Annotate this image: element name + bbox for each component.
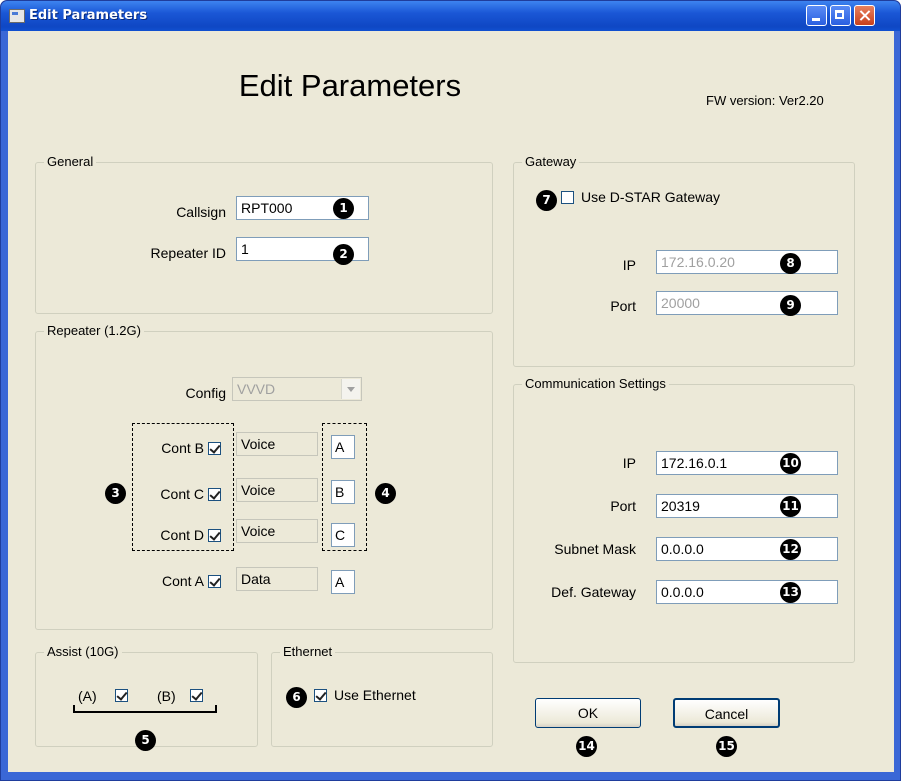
config-label: Config [185,385,226,401]
firmware-version: FW version: Ver2.20 [706,93,824,108]
communication-settings-group-label: Communication Settings [522,376,669,391]
gateway-ip-field[interactable]: 172.16.0.20 [656,250,838,274]
cont-b-checkbox[interactable] [208,442,221,455]
callout-13: 13 [780,582,801,603]
cont-a-mode-field: Data [236,567,318,591]
assist-b-label: (B) [157,688,176,704]
use-ethernet-checkbox[interactable] [314,689,327,702]
config-select-value: VVVD [237,381,276,397]
cont-c-letter-field[interactable]: B [331,480,355,504]
chevron-down-icon[interactable] [341,379,360,399]
callout-9: 9 [780,295,801,316]
gateway-ip-label: IP [622,257,636,273]
subnet-mask-label: Subnet Mask [554,541,636,557]
default-gateway-label: Def. Gateway [551,584,636,600]
use-dstar-gateway-checkbox[interactable] [561,191,574,204]
repeater-id-label: Repeater ID [150,245,226,261]
assist-a-label: (A) [78,688,97,704]
cont-d-letter-field[interactable]: C [331,523,355,547]
general-group-label: General [44,154,97,169]
callout-6: 6 [286,687,307,708]
ok-button[interactable]: OK [535,698,641,728]
page-title: Edit Parameters [238,68,462,103]
repeater-group-label: Repeater (1.2G) [44,323,144,338]
gateway-port-label: Port [610,298,636,314]
callout-4: 4 [375,483,396,504]
callout-8: 8 [780,253,801,274]
config-select[interactable]: VVVD [232,377,362,401]
cont-b-letter-field[interactable]: A [331,435,355,459]
cont-b-label: Cont B [161,440,204,456]
gateway-port-field[interactable]: 20000 [656,291,838,315]
cancel-button[interactable]: Cancel [673,698,780,728]
callout-14: 14 [576,736,597,757]
title-bar[interactable]: Edit Parameters [1,1,900,31]
assist-b-checkbox[interactable] [190,689,203,702]
callout-2: 2 [333,244,354,265]
cont-d-mode-field: Voice [236,519,318,543]
assist-group-label: Assist (10G) [44,644,122,659]
comm-port-field[interactable]: 20319 [656,494,838,518]
assist-a-checkbox[interactable] [115,689,128,702]
communication-settings-group: Communication Settings [513,376,855,663]
cont-b-mode-field: Voice [236,432,318,456]
callout-12: 12 [780,539,801,560]
callout-5: 5 [135,730,156,751]
cont-d-label: Cont D [160,527,204,543]
maximize-button[interactable] [830,5,851,26]
minimize-button[interactable] [806,5,827,26]
use-ethernet-label: Use Ethernet [334,687,416,703]
cont-a-checkbox[interactable] [208,575,221,588]
default-gateway-field[interactable]: 0.0.0.0 [656,580,838,604]
comm-port-label: Port [610,498,636,514]
callout-15: 15 [716,736,737,757]
cont-d-checkbox[interactable] [208,529,221,542]
cont-a-letter-field[interactable]: A [331,570,355,594]
callout-7: 7 [536,190,557,211]
window-icon [9,9,25,23]
comm-ip-field[interactable]: 172.16.0.1 [656,451,838,475]
callout-11: 11 [780,496,801,517]
window-title: Edit Parameters [29,8,148,23]
callout-3: 3 [105,483,126,504]
assist-bracket [73,705,217,713]
gateway-group-label: Gateway [522,154,580,169]
callsign-label: Callsign [176,204,226,220]
use-dstar-gateway-label: Use D-STAR Gateway [581,189,720,205]
cont-c-mode-field: Voice [236,478,318,502]
comm-ip-label: IP [622,455,636,471]
subnet-mask-field[interactable]: 0.0.0.0 [656,537,838,561]
cont-a-label: Cont A [161,573,204,589]
ethernet-group-label: Ethernet [280,644,336,659]
callout-1: 1 [333,198,354,219]
close-button[interactable] [854,5,875,26]
cont-c-checkbox[interactable] [208,488,221,501]
callout-10: 10 [780,453,801,474]
cont-c-label: Cont C [160,486,204,502]
